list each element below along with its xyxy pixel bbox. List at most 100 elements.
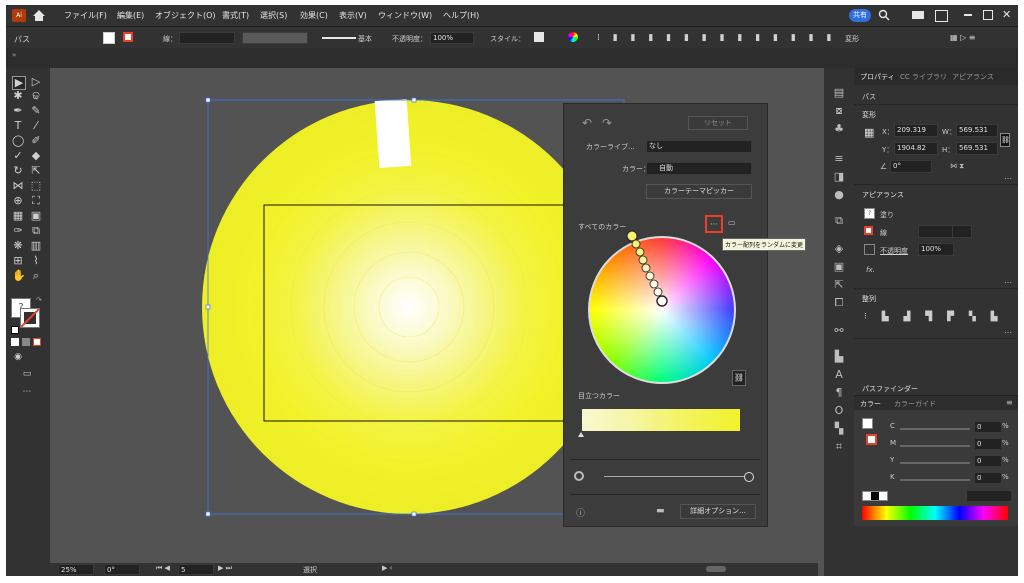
- paragraph-icon[interactable]: ¶: [832, 386, 846, 400]
- selection-tool-icon[interactable]: ▶: [12, 76, 26, 90]
- stroke-swatch[interactable]: [123, 32, 133, 42]
- menu-edit[interactable]: 編集(E): [117, 10, 144, 21]
- symbols-icon[interactable]: ●: [832, 188, 846, 202]
- stroke-weight-props-field[interactable]: [918, 225, 954, 238]
- channel-c-field[interactable]: 0: [974, 421, 1002, 433]
- minimize-icon[interactable]: [964, 14, 972, 16]
- reference-point-icon[interactable]: ▦: [864, 126, 874, 139]
- menu-window[interactable]: ウィンドウ(W): [378, 10, 432, 21]
- opentype-icon[interactable]: O: [832, 404, 846, 418]
- w-field[interactable]: 569.531: [956, 124, 998, 137]
- panel-options-icon[interactable]: ▦ ▷ ≡: [950, 33, 976, 42]
- channel-m-field[interactable]: 0: [974, 438, 1002, 450]
- menu-effect[interactable]: 効果(C): [300, 10, 328, 21]
- artboard-next-icon[interactable]: ▶ ⏭: [218, 564, 232, 573]
- view-mode-icon[interactable]: [574, 471, 584, 481]
- width-tool-icon[interactable]: ⋈: [12, 180, 24, 192]
- tab-cc-libraries[interactable]: CC ライブラリ: [900, 72, 947, 82]
- live-paint-tool-icon[interactable]: ⛶: [30, 195, 42, 207]
- free-transform-tool-icon[interactable]: ⬚: [30, 180, 42, 192]
- zoom-tool-icon[interactable]: ⌕: [30, 270, 42, 282]
- opacity-props-field[interactable]: 100%: [918, 243, 954, 256]
- perspective-grid-tool-icon[interactable]: ▦: [12, 210, 24, 222]
- handle-top-left[interactable]: [205, 97, 211, 103]
- default-colors-icon[interactable]: [11, 326, 19, 334]
- transform-label[interactable]: 変形: [845, 34, 859, 44]
- color-theme-picker-button[interactable]: カラーテーマピッカー: [646, 184, 752, 199]
- type-tool-icon[interactable]: T: [12, 120, 24, 132]
- stroke-color-icon[interactable]: [20, 308, 40, 328]
- hand-tool-icon[interactable]: ✋: [12, 270, 26, 282]
- color-panel-menu-icon[interactable]: ≡: [1006, 398, 1013, 407]
- opacity-field[interactable]: 100%: [430, 32, 474, 44]
- align-icons[interactable]: ⁞ ▮ ▮ ▮ ▮ ▮ ▮ ▮ ▮ ▮ ▮ ▮ ▮ ▮: [597, 33, 837, 43]
- folder-icon[interactable]: ▬: [656, 506, 665, 516]
- home-icon[interactable]: [32, 9, 46, 22]
- export-icon[interactable]: ⇱: [832, 278, 846, 292]
- menu-view[interactable]: 表示(V): [339, 10, 367, 21]
- mesh-tool-icon[interactable]: ▣: [30, 210, 42, 222]
- handle-left-mid[interactable]: [205, 304, 211, 310]
- y-field[interactable]: 1904.82: [894, 142, 938, 155]
- rotation-field[interactable]: 0°: [104, 564, 140, 575]
- artboard-number-field[interactable]: 5: [178, 564, 214, 575]
- flip-icons[interactable]: ⋈ ⧗: [950, 162, 964, 171]
- arrange-icon[interactable]: [935, 10, 948, 22]
- screen-mode-icon[interactable]: ▭: [21, 368, 33, 380]
- advanced-options-button[interactable]: 詳細オプション...: [680, 504, 756, 519]
- fill-appearance-swatch[interactable]: ?: [864, 208, 875, 219]
- hex-field[interactable]: [966, 490, 1012, 502]
- color-stroke-swatch[interactable]: [866, 434, 877, 445]
- eyedropper-tool-icon[interactable]: ✑: [12, 225, 24, 237]
- curvature-tool-icon[interactable]: ✎: [30, 105, 42, 117]
- transform-dock-icon[interactable]: ▚: [832, 422, 846, 436]
- search-icon[interactable]: [878, 9, 890, 21]
- blend-tool-icon[interactable]: ⧉: [30, 225, 42, 237]
- link-harmony-icon[interactable]: ⛓: [732, 370, 746, 386]
- x-field[interactable]: 209.319: [894, 124, 938, 137]
- none-black-white-swatches[interactable]: [862, 491, 888, 501]
- tab-color[interactable]: カラー: [860, 399, 881, 409]
- prominent-bar-marker[interactable]: [578, 432, 584, 437]
- shape-builder-tool-icon[interactable]: ⊕: [12, 195, 24, 207]
- rotate-tool-icon[interactable]: ↻: [12, 165, 24, 177]
- constrain-proportions-icon[interactable]: ⛓: [1000, 133, 1010, 147]
- character-icon[interactable]: A: [832, 368, 846, 382]
- pathfinder-icon[interactable]: ⧠: [832, 296, 846, 310]
- handle-bottom-mid[interactable]: [411, 511, 417, 517]
- menu-icon[interactable]: ≡: [832, 152, 846, 166]
- pen-tool-icon[interactable]: ✒: [12, 105, 24, 117]
- channel-k-slider[interactable]: [900, 479, 970, 481]
- scale-tool-icon[interactable]: ⇱: [30, 165, 42, 177]
- more-tools-icon[interactable]: ⋯: [21, 386, 33, 398]
- more-options-icon[interactable]: ⋯: [1004, 174, 1012, 183]
- recolor-icon[interactable]: [568, 32, 578, 42]
- menu-file[interactable]: ファイル(F): [64, 10, 107, 21]
- h-field[interactable]: 569.531: [956, 142, 998, 155]
- brightness-slider[interactable]: [604, 476, 744, 477]
- layer-stack-icon[interactable]: ◈: [832, 242, 846, 256]
- tab-appearance[interactable]: アピアランス: [952, 72, 994, 82]
- horizontal-scrollbar[interactable]: [706, 566, 726, 572]
- color-spectrum[interactable]: [862, 506, 1008, 520]
- swatches-icon[interactable]: ◨: [832, 170, 846, 184]
- color-library-select[interactable]: なし: [646, 140, 752, 153]
- magic-wand-tool-icon[interactable]: ✱: [12, 90, 24, 102]
- channel-y-field[interactable]: 0: [974, 455, 1002, 467]
- reset-button[interactable]: リセット: [688, 116, 748, 130]
- handle-top-mid[interactable]: [411, 97, 417, 103]
- restore-icon[interactable]: [983, 10, 993, 20]
- info-icon[interactable]: ⓘ: [576, 506, 585, 519]
- eraser-tool-icon[interactable]: ◆: [30, 150, 42, 162]
- channel-c-slider[interactable]: [900, 428, 970, 430]
- colors-select[interactable]: 自動: [646, 162, 752, 175]
- line-tool-icon[interactable]: ⁄: [30, 120, 42, 132]
- brightness-knob[interactable]: [744, 472, 754, 482]
- properties-icon[interactable]: ▤: [832, 86, 846, 100]
- artboard-nav-icon[interactable]: ⏮ ◀: [156, 564, 170, 573]
- channel-y-slider[interactable]: [900, 462, 970, 464]
- more-options-icon-3[interactable]: ⋯: [1004, 328, 1012, 337]
- slice-tool-icon[interactable]: ⌇: [30, 255, 42, 267]
- style-swatch[interactable]: [534, 32, 544, 42]
- fx-label[interactable]: fx.: [866, 266, 875, 274]
